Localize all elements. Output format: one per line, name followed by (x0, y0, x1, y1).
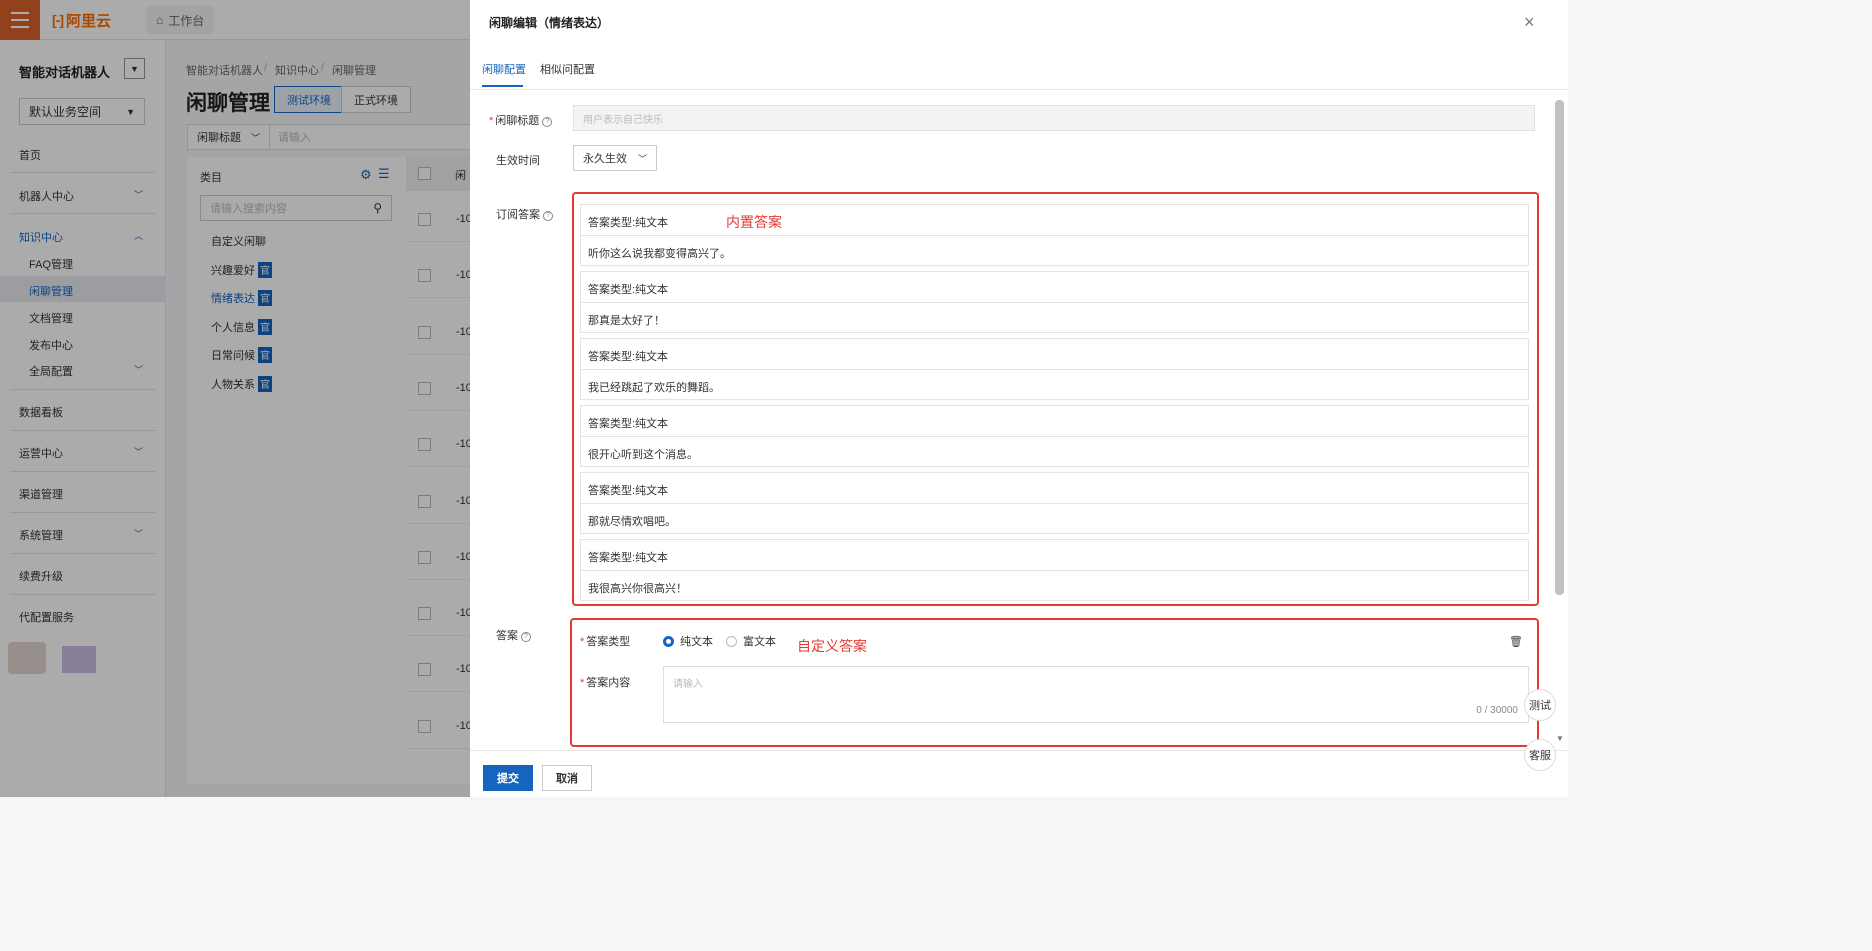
submit-button[interactable]: 提交 (483, 765, 533, 791)
trash-icon[interactable]: 🗑 (1509, 635, 1523, 648)
char-count: 0 / 30000 (1476, 705, 1518, 716)
answer-label: 答案? (496, 627, 531, 643)
chevron-down-icon: ﹀ (637, 153, 647, 164)
answer-content-label-text: 答案内容 (586, 677, 631, 689)
tab-divider (470, 89, 1568, 90)
floating-test-button[interactable]: 测试 (1524, 689, 1556, 721)
answer-card-text: 那真是太好了！ (588, 315, 665, 327)
radio-plain-label: 纯文本 (680, 636, 713, 648)
answer-card-type: 答案类型:纯文本 (581, 272, 1528, 303)
scrollbar-thumb[interactable] (1555, 100, 1564, 595)
help-icon[interactable]: ? (542, 117, 553, 127)
footer-divider (470, 750, 1568, 751)
answer-card-text: 我已经跳起了欢乐的舞蹈。 (588, 382, 720, 394)
builtin-answer-card: 答案类型:纯文本我已经跳起了欢乐的舞蹈。 (580, 338, 1529, 400)
builtin-answer-card: 答案类型:纯文本那就尽情欢唱吧。 (580, 472, 1529, 534)
radio-checked-icon (663, 635, 674, 647)
subscribed-label: 订阅答案? (496, 206, 553, 222)
title-label: * 闲聊标题? (489, 112, 553, 128)
textarea-placeholder: 请输入 (673, 679, 703, 690)
builtin-answer-card: 答案类型:纯文本很开心听到这个消息。 (580, 405, 1529, 467)
answer-card-text: 那就尽情欢唱吧。 (588, 516, 676, 528)
help-icon[interactable]: ? (521, 632, 531, 642)
drawer-title: 闲聊编辑（情绪表达） (489, 16, 610, 30)
help-icon[interactable]: ? (543, 211, 553, 221)
answer-card-type: 答案类型:纯文本 (581, 406, 1528, 437)
radio-unchecked-icon (726, 635, 737, 647)
tab-chitchat-config[interactable]: 闲聊配置 (482, 61, 526, 77)
radio-plain-text[interactable]: 纯文本 (663, 633, 713, 649)
tab-similar-questions[interactable]: 相似问配置 (540, 61, 595, 77)
radio-rich-label: 富文本 (743, 636, 776, 648)
annotation-builtin: 内置答案 (726, 214, 782, 230)
answer-card-type: 答案类型:纯文本 (581, 339, 1528, 370)
floating-service-button[interactable]: 客服 (1524, 739, 1556, 771)
answer-card-type: 答案类型:纯文本 (581, 540, 1528, 571)
cancel-button[interactable]: 取消 (542, 765, 592, 791)
builtin-answer-card: 答案类型:纯文本听你这么说我都变得高兴了。 (580, 204, 1529, 266)
answer-card-type: 答案类型:纯文本 (581, 473, 1528, 504)
answer-card-type: 答案类型:纯文本 (581, 205, 1528, 236)
answer-card-text: 听你这么说我都变得高兴了。 (588, 248, 731, 260)
answer-type-label-text: 答案类型 (586, 636, 631, 648)
answer-label-text: 答案 (496, 630, 518, 642)
answer-card-text: 我很高兴你很高兴！ (588, 583, 687, 595)
answer-content-label: * 答案内容 (580, 677, 631, 689)
scroll-down-arrow-icon[interactable]: ▼ (1556, 734, 1564, 743)
effective-time-select[interactable]: 永久生效 ﹀ (573, 145, 657, 171)
tab-active-indicator (482, 85, 523, 87)
title-input[interactable]: 用户表示自己快乐 (573, 105, 1535, 131)
answer-card-text: 很开心听到这个消息。 (588, 449, 698, 461)
modal-mask[interactable] (0, 0, 470, 797)
answer-type-label: * 答案类型 (580, 636, 631, 648)
radio-rich-text[interactable]: 富文本 (726, 633, 776, 649)
builtin-answer-card: 答案类型:纯文本我很高兴你很高兴！ (580, 539, 1529, 601)
answer-content-textarea[interactable]: 请输入 0 / 30000 (663, 666, 1529, 723)
effective-time-value: 永久生效 (583, 153, 627, 165)
subscribed-label-text: 订阅答案 (496, 209, 540, 221)
annotation-custom: 自定义答案 (797, 638, 867, 654)
close-icon[interactable]: × (1524, 12, 1535, 33)
builtin-answer-card: 答案类型:纯文本那真是太好了！ (580, 271, 1529, 333)
title-label-text: 闲聊标题 (495, 115, 540, 127)
effective-time-label: 生效时间 (496, 155, 540, 167)
